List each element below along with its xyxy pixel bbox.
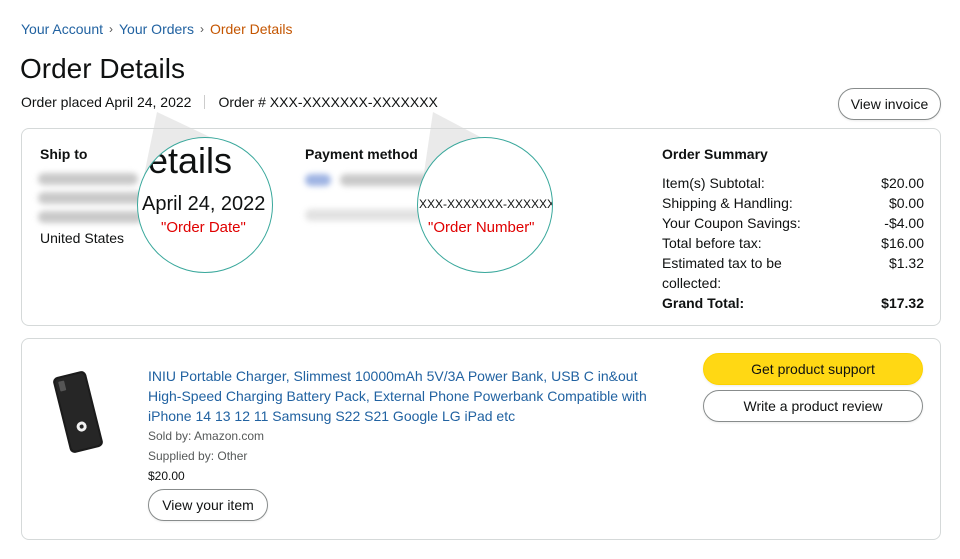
order-placed-date: Order placed April 24, 2022 bbox=[21, 94, 192, 110]
order-number-magnifier: XXX-XXXXXXX-XXXXXXX "Order Number" bbox=[417, 137, 553, 273]
product-price: $20.00 bbox=[148, 469, 185, 483]
meta-divider bbox=[204, 95, 206, 109]
blurred-payment-detail bbox=[305, 209, 435, 221]
order-summary-heading: Order Summary bbox=[662, 146, 768, 162]
blurred-address-line bbox=[38, 211, 143, 223]
breadcrumb-separator: › bbox=[109, 22, 113, 36]
magnified-title-fragment: etails bbox=[148, 140, 233, 181]
ship-to-heading: Ship to bbox=[40, 146, 88, 162]
view-invoice-button[interactable]: View invoice bbox=[838, 88, 941, 120]
ship-to-country: United States bbox=[40, 230, 125, 246]
order-date-magnifier: etails April 24, 2022 "Order Date" bbox=[137, 137, 273, 273]
summary-value: $0.00 bbox=[888, 195, 924, 211]
summary-value: $16.00 bbox=[881, 235, 924, 251]
product-title-link[interactable]: INIU Portable Charger, Slimmest 10000mAh… bbox=[148, 366, 668, 426]
summary-row-coupon: Your Coupon Savings: -$4.00 bbox=[662, 213, 924, 233]
breadcrumb-separator: › bbox=[199, 22, 204, 36]
grand-total-label: Grand Total: bbox=[662, 295, 745, 311]
magnified-order-number: XXX-XXXXXXX-XXXXXXX bbox=[419, 197, 553, 211]
payment-method-heading: Payment method bbox=[305, 146, 418, 162]
order-date-label: "Order Date" bbox=[161, 219, 246, 236]
order-number: Order # XXX-XXXXXXX-XXXXXXX bbox=[218, 94, 438, 110]
grand-total-value: $17.32 bbox=[881, 295, 924, 311]
summary-value: $1.32 bbox=[888, 255, 924, 271]
summary-row-grand-total: Grand Total: $17.32 bbox=[662, 293, 924, 313]
summary-label: Your Coupon Savings: bbox=[662, 215, 801, 231]
blurred-card-logo bbox=[305, 174, 331, 186]
power-bank-image[interactable] bbox=[52, 369, 104, 455]
supplied-by: Supplied by: Other bbox=[148, 449, 248, 463]
sold-by: Sold by: Amazon.com bbox=[148, 429, 265, 443]
summary-row-shipping: Shipping & Handling: $0.00 bbox=[662, 193, 924, 213]
order-number-label: "Order Number" bbox=[428, 219, 535, 236]
breadcrumb-current: Order Details bbox=[209, 21, 293, 37]
order-meta: Order placed April 24, 2022 Order # XXX-… bbox=[21, 94, 438, 110]
summary-label: Item(s) Subtotal: bbox=[662, 175, 765, 191]
product-card: INIU Portable Charger, Slimmest 10000mAh… bbox=[21, 338, 941, 540]
summary-row-subtotal: Item(s) Subtotal: $20.00 bbox=[662, 173, 924, 193]
summary-value: $20.00 bbox=[881, 175, 924, 191]
summary-value: -$4.00 bbox=[884, 215, 924, 231]
summary-label: Shipping & Handling: bbox=[662, 195, 793, 211]
breadcrumb: Your Account › Your Orders › Order Detai… bbox=[21, 21, 292, 37]
breadcrumb-your-orders[interactable]: Your Orders bbox=[119, 21, 194, 37]
blurred-address-line bbox=[38, 192, 148, 204]
summary-row-tax: Estimated tax to be collected: $1.32 bbox=[662, 253, 924, 293]
summary-label: Total before tax: bbox=[662, 235, 762, 251]
breadcrumb-your-account[interactable]: Your Account bbox=[21, 21, 103, 37]
order-summary-table: Item(s) Subtotal: $20.00 Shipping & Hand… bbox=[662, 173, 924, 313]
view-your-item-button[interactable]: View your item bbox=[148, 489, 268, 521]
page-title: Order Details bbox=[20, 53, 185, 84]
summary-label: Estimated tax to be collected: bbox=[662, 255, 782, 291]
magnified-order-date: April 24, 2022 bbox=[142, 193, 266, 215]
summary-row-before-tax: Total before tax: $16.00 bbox=[662, 233, 924, 253]
write-product-review-button[interactable]: Write a product review bbox=[703, 390, 923, 422]
blurred-address-line bbox=[38, 173, 138, 185]
get-product-support-button[interactable]: Get product support bbox=[703, 353, 923, 385]
